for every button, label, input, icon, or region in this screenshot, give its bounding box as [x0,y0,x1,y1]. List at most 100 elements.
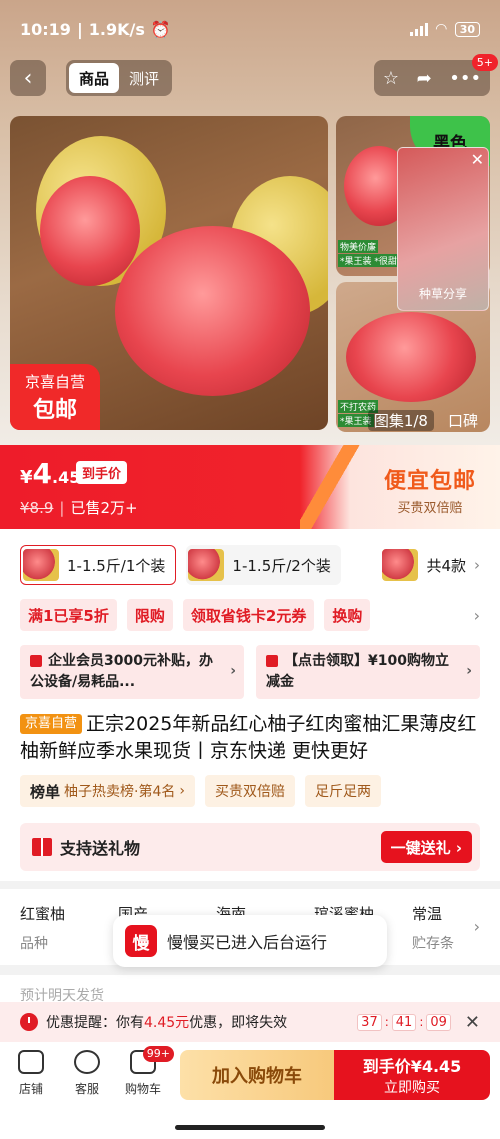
store-icon [18,1050,44,1074]
add-to-cart-button[interactable]: 加入购物车 [180,1050,334,1100]
status-speed: 1.9K/s [88,19,145,39]
store-button[interactable]: 店铺 [12,1050,50,1097]
user-icon [30,655,42,667]
floating-video[interactable]: ✕ 种草分享 [397,147,489,311]
attribute-value: 红蜜柚 [20,905,66,923]
chevron-right-icon: › [466,663,472,679]
chevron-right-icon[interactable]: › [474,606,480,625]
reminder-amount: 4.45元 [144,1015,190,1031]
coupon-exchange[interactable]: 换购 [324,599,371,631]
buy-now-button[interactable]: 到手价¥4.45 立即购买 [334,1050,490,1100]
benefit-text: 企业会员3000元补贴，办公设备/易耗品... [30,653,213,690]
benefit-text: 【点击领取】¥100购物立减金 [266,653,449,690]
variant-option-2[interactable]: 1-1.5斤/2个装 [186,545,341,585]
wifi-icon: ◠ [435,21,447,37]
share-icon[interactable]: ➦ [417,68,432,89]
product-title: 京喜自营 正宗2025年新品红心柚子红肉蜜柚汇果薄皮红柚新鲜应季水果现货丨京东快递… [20,711,480,765]
close-icon[interactable]: ✕ [471,150,484,169]
main-product-image[interactable]: 京喜自营 包邮 [10,116,328,430]
countdown-timer: 37 : 41 : 09 [357,1013,451,1031]
more-badge: 5+ [471,54,498,71]
attribute-storage: 常温 贮存条 [412,903,472,953]
tab-product[interactable]: 商品 [69,63,119,93]
back-button[interactable]: ‹ [10,60,46,96]
video-caption: 种草分享 [418,287,467,301]
rank-price-guarantee[interactable]: 买贵双倍赔 [204,775,295,807]
status-divider: | [76,19,83,39]
cart-badge: 99+ [142,1046,174,1062]
service-button[interactable]: 客服 [68,1050,106,1097]
rank-text: 足斤足两 [314,784,371,800]
toast-text: 慢慢买已进入后台运行 [167,933,328,952]
home-indicator[interactable] [175,1125,325,1130]
thumb-label-2: *果王装 *很甜 [338,254,399,267]
price-integer: 4 [32,457,53,490]
price-main: ¥ 4 .45 [20,457,80,490]
service-label: 客服 [74,1082,99,1096]
rank-text: 买贵双倍赔 [214,784,285,800]
variant-thumbnail [188,549,225,581]
sold-count: 已售2万+ [70,499,138,517]
chevron-left-icon: ‹ [23,65,33,91]
gallery-counter[interactable]: 图集1/8 [367,409,434,431]
review-label[interactable]: 口碑 [448,410,478,431]
battery-icon: 30 [454,21,480,37]
product-title-text: 正宗2025年新品红心柚子红肉蜜柚汇果薄皮红柚新鲜应季水果现货丨京东快递 更快更… [20,713,477,762]
nav-row: ‹ 商品 测评 ☆ ➦ ••• 5+ [10,54,498,96]
buy-price-label: 到手价¥4.45 [362,1057,462,1076]
shipping-row: 预计明天发货 [0,975,500,1005]
attribute-key: 贮存条 [412,936,454,952]
timer-colon: : [384,1015,389,1029]
timer-seconds: 09 [426,1013,451,1031]
coupon-row: 满1已享5折 限购 领取省钱卡2元券 换购 › [20,599,480,631]
lightning-decoration [300,445,360,529]
action-group: ☆ ➦ ••• 5+ [374,54,498,96]
handprice-tag: 到手价 [76,461,128,484]
benefit-voucher[interactable]: 【点击领取】¥100购物立减金 › [256,645,480,699]
product-info-card: 1-1.5斤/1个装 1-1.5斤/2个装 共4款 › 满1已享5折 限购 领取… [0,529,500,881]
app-logo-icon: 慢 [125,925,157,957]
star-icon[interactable]: ☆ [383,68,399,89]
close-icon[interactable]: ✕ [465,1012,480,1033]
cart-button[interactable]: 购物车 99+ [124,1046,174,1097]
rank-label: 榜单 [30,782,61,801]
rank-bestseller[interactable]: 榜单 柚子热卖榜·第4名 › [20,775,195,807]
variant-label: 1-1.5斤/1个装 [67,556,166,575]
more-icon[interactable]: ••• [449,68,481,89]
variant-more[interactable]: 共4款 › [382,549,480,581]
variant-option-1[interactable]: 1-1.5斤/1个装 [20,545,177,585]
rank-full-weight[interactable]: 足斤足两 [304,775,381,807]
signal-icon [409,22,428,36]
coupon-saver-card[interactable]: 领取省钱卡2元券 [182,599,315,631]
timer-hours: 37 [357,1013,382,1031]
pomelo-flesh-left [40,176,140,286]
thumb-fruit-2 [346,312,476,402]
background-toast: 慢 慢慢买已进入后台运行 [113,915,387,967]
promo-tag: 京喜自营 包邮 [10,364,100,430]
status-time: 10:19 [20,19,71,39]
chevron-right-icon: › [474,556,480,574]
gift-text: 支持送礼物 [60,839,141,858]
tab-review[interactable]: 测评 [119,63,169,93]
status-bar: 10:19 | 1.9K/s ⏰ ◠ 30 [0,0,500,58]
coupon-limit[interactable]: 限购 [126,599,173,631]
cheap-shipping-promo[interactable]: 便宜包邮 买贵双倍赔 [384,463,476,516]
pomelo-flesh-center [115,226,310,396]
thumb-label-1: 物美价廉 [338,240,379,253]
gift-row: 支持送礼物 一键送礼 › [20,823,480,871]
promo-title: 便宜包邮 [383,469,476,494]
reminder-text: 优惠提醒：你有4.45元优惠，即将失效 [46,1012,357,1032]
send-gift-button[interactable]: 一键送礼 › [380,831,472,863]
price-sep: | [59,498,65,517]
gift-icon [32,838,52,856]
variant-thumbnail [382,549,419,581]
variant-selector: 1-1.5斤/1个装 1-1.5斤/2个装 共4款 › [20,543,480,587]
discount-reminder: 优惠提醒：你有4.45元优惠，即将失效 37 : 41 : 09 ✕ [0,1002,500,1042]
cart-label: 购物车 [124,1082,161,1096]
benefit-enterprise[interactable]: 企业会员3000元补贴，办公设备/易耗品... › [20,645,244,699]
benefit-row: 企业会员3000元补贴，办公设备/易耗品... › 【点击领取】¥100购物立减… [20,645,480,699]
coupon-discount[interactable]: 满1已享5折 [20,599,117,631]
chevron-right-icon: › [230,663,236,679]
timer-colon: : [419,1015,424,1029]
promo-tag-line1: 京喜自营 [24,372,85,391]
